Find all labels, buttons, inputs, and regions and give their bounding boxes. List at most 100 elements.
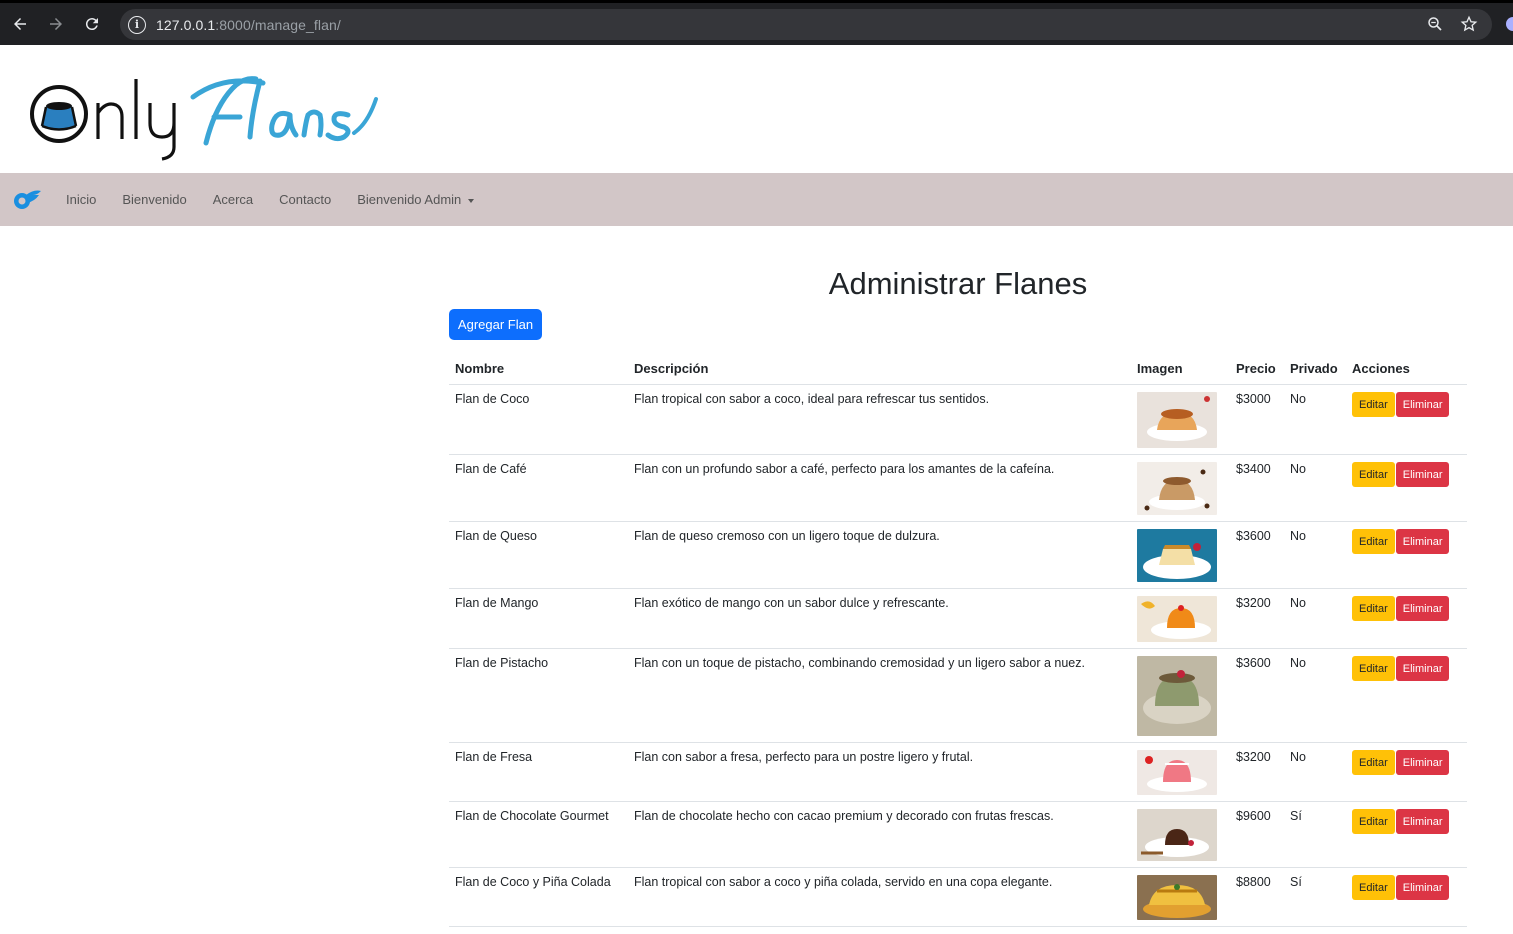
flan-actions: Editar Eliminar [1346, 648, 1467, 743]
flan-name: Flan de Mango [449, 588, 628, 649]
bookmark-star-icon[interactable] [1460, 15, 1478, 33]
flan-price: $9600 [1230, 801, 1284, 868]
flan-name: Flan de Fresa [449, 742, 628, 802]
flan-image [1137, 392, 1217, 448]
flan-private: Sí [1284, 801, 1346, 868]
flan-private: No [1284, 521, 1346, 589]
flan-actions: Editar Eliminar [1346, 521, 1467, 589]
onlyflans-logo[interactable] [28, 71, 388, 161]
header-nombre: Nombre [449, 352, 628, 385]
delete-button[interactable]: Eliminar [1395, 809, 1450, 834]
flan-name: Flan de Café [449, 454, 628, 522]
flan-price: $3400 [1230, 454, 1284, 522]
edit-button[interactable]: Editar [1352, 875, 1395, 900]
table-row: Flan de Coco y Piña Colada Flan tropical… [449, 867, 1467, 927]
flan-description: Flan de queso cremoso con un ligero toqu… [628, 521, 1131, 589]
flan-image-cell [1131, 454, 1230, 522]
address-bar[interactable]: i 127.0.0.1:8000/manage_flan/ [120, 9, 1492, 40]
flan-price: $3200 [1230, 588, 1284, 649]
page-title: Administrar Flanes [828, 266, 1088, 301]
flan-name: Flan de Queso [449, 521, 628, 589]
table-row: Flan de Fresa Flan con sabor a fresa, pe… [449, 742, 1467, 802]
nav-acerca[interactable]: Acerca [213, 192, 253, 207]
delete-button[interactable]: Eliminar [1395, 596, 1450, 621]
flan-image [1137, 596, 1217, 642]
flan-image [1137, 462, 1217, 515]
profile-avatar[interactable] [1506, 17, 1513, 31]
flan-name: Flan de Pistacho [449, 648, 628, 743]
flan-price: $3600 [1230, 648, 1284, 743]
forward-button[interactable] [38, 6, 74, 42]
flan-price: $3200 [1230, 742, 1284, 802]
flan-description: Flan con un profundo sabor a café, perfe… [628, 454, 1131, 522]
flan-image [1137, 529, 1217, 582]
arrow-right-icon [50, 18, 62, 30]
table-row: Flan de Café Flan con un profundo sabor … [449, 454, 1467, 522]
delete-button[interactable]: Eliminar [1395, 462, 1450, 487]
flan-table: Nombre Descripción Imagen Precio Privado… [449, 352, 1467, 927]
flan-description: Flan exótico de mango con un sabor dulce… [628, 588, 1131, 649]
flan-image [1137, 809, 1217, 861]
edit-button[interactable]: Editar [1352, 596, 1395, 621]
flan-image [1137, 656, 1217, 736]
reload-button[interactable] [74, 6, 110, 42]
brand-logo-icon[interactable] [12, 189, 42, 211]
delete-button[interactable]: Eliminar [1395, 392, 1450, 417]
back-button[interactable] [2, 6, 38, 42]
flan-description: Flan con un toque de pistacho, combinand… [628, 648, 1131, 743]
zoom-icon[interactable] [1426, 15, 1444, 33]
table-row: Flan de Mango Flan exótico de mango con … [449, 588, 1467, 649]
header-acciones: Acciones [1346, 352, 1467, 385]
delete-button[interactable]: Eliminar [1395, 529, 1450, 554]
flan-description: Flan de chocolate hecho con cacao premiu… [628, 801, 1131, 868]
flan-actions: Editar Eliminar [1346, 801, 1467, 868]
site-info-icon[interactable]: i [128, 15, 146, 34]
add-flan-button[interactable]: Agregar Flan [449, 309, 542, 340]
arrow-left-icon [14, 18, 26, 30]
flan-description: Flan con sabor a fresa, perfecto para un… [628, 742, 1131, 802]
flan-price: $8800 [1230, 867, 1284, 927]
header-precio: Precio [1230, 352, 1284, 385]
header-privado: Privado [1284, 352, 1346, 385]
flan-name: Flan de Coco [449, 384, 628, 455]
edit-button[interactable]: Editar [1352, 809, 1395, 834]
edit-button[interactable]: Editar [1352, 462, 1395, 487]
edit-button[interactable]: Editar [1352, 750, 1395, 775]
nav-bienvenido[interactable]: Bienvenido [122, 192, 186, 207]
flan-actions: Editar Eliminar [1346, 454, 1467, 522]
flan-image-cell [1131, 384, 1230, 455]
nav-admin-dropdown[interactable]: Bienvenido Admin [357, 192, 475, 207]
flan-private: No [1284, 742, 1346, 802]
flan-image [1137, 875, 1217, 920]
flan-price: $3000 [1230, 384, 1284, 455]
table-row: Flan de Chocolate Gourmet Flan de chocol… [449, 801, 1467, 868]
flan-description: Flan tropical con sabor a coco, ideal pa… [628, 384, 1131, 455]
table-row: Flan de Queso Flan de queso cremoso con … [449, 521, 1467, 589]
edit-button[interactable]: Editar [1352, 656, 1395, 681]
flan-image-cell [1131, 648, 1230, 743]
nav-inicio[interactable]: Inicio [66, 192, 96, 207]
flan-name: Flan de Chocolate Gourmet [449, 801, 628, 868]
delete-button[interactable]: Eliminar [1395, 656, 1450, 681]
flan-actions: Editar Eliminar [1346, 588, 1467, 649]
edit-button[interactable]: Editar [1352, 392, 1395, 417]
flan-image [1137, 750, 1217, 795]
delete-button[interactable]: Eliminar [1395, 875, 1450, 900]
flan-actions: Editar Eliminar [1346, 867, 1467, 927]
browser-toolbar: i 127.0.0.1:8000/manage_flan/ [0, 0, 1513, 45]
delete-button[interactable]: Eliminar [1395, 750, 1450, 775]
flan-image-cell [1131, 521, 1230, 589]
flan-image-cell [1131, 742, 1230, 802]
table-row: Flan de Coco Flan tropical con sabor a c… [449, 384, 1467, 455]
flan-image-cell [1131, 588, 1230, 649]
site-header [0, 45, 1513, 173]
reload-icon [85, 18, 98, 31]
flan-private: No [1284, 454, 1346, 522]
flan-image-cell [1131, 867, 1230, 927]
header-descripcion: Descripción [628, 352, 1131, 385]
flan-price: $3600 [1230, 521, 1284, 589]
flan-actions: Editar Eliminar [1346, 384, 1467, 455]
nav-contacto[interactable]: Contacto [279, 192, 331, 207]
main-navbar: Inicio Bienvenido Acerca Contacto Bienve… [0, 173, 1513, 226]
edit-button[interactable]: Editar [1352, 529, 1395, 554]
